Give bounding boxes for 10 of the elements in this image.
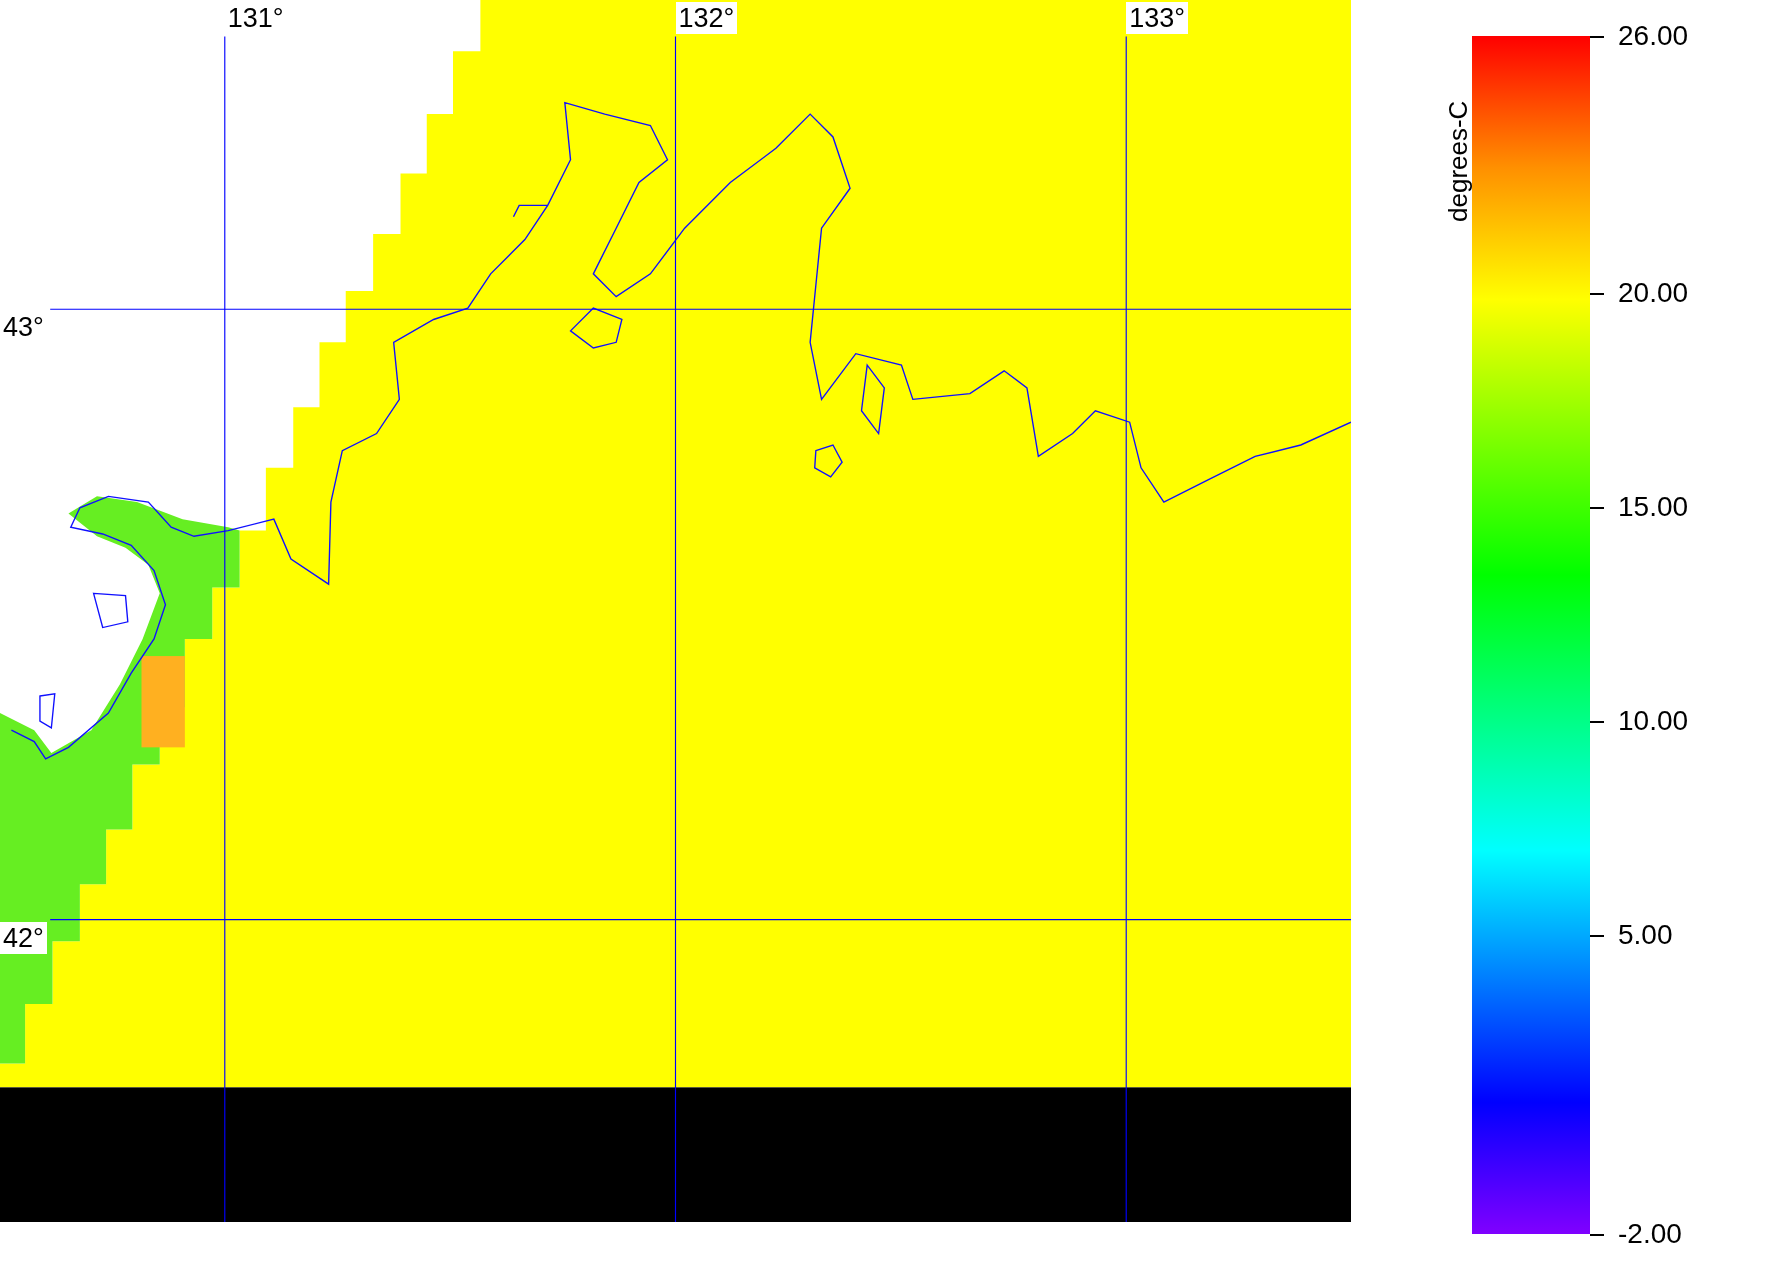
colorbar-title: degrees-C <box>1443 100 1473 222</box>
colorbar-tick-label: 5.00 <box>1618 917 1673 952</box>
colorbar-tick-label: 26.00 <box>1618 19 1689 53</box>
latitude-label: 42° <box>0 921 47 954</box>
colorbar-tick-label: 10.00 <box>1618 703 1689 738</box>
longitude-label: 133° <box>1126 2 1189 34</box>
colorbar-tick-label: -2.00 <box>1618 1217 1682 1251</box>
longitude-label: 132° <box>675 2 738 34</box>
colorbar-tick-label: 20.00 <box>1618 275 1689 310</box>
colorbar-tick-label: 15.00 <box>1618 489 1689 524</box>
